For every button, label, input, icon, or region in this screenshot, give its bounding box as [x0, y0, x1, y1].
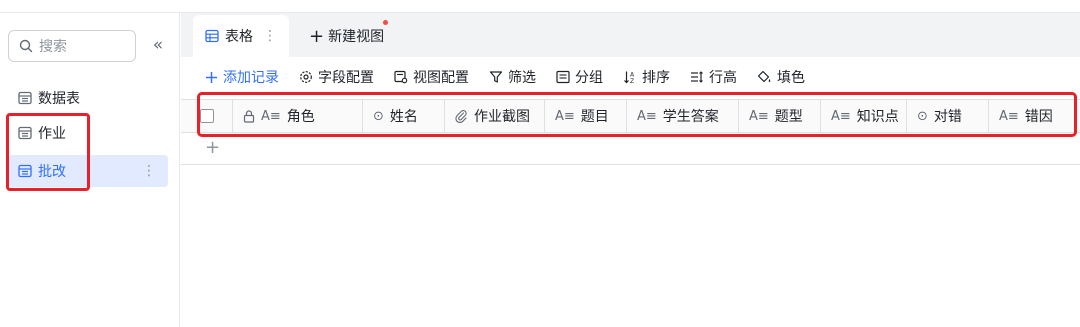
plus-icon: +: [309, 25, 325, 47]
search-icon: [19, 39, 33, 53]
tab-table-view[interactable]: 表格 ⋮: [193, 15, 289, 57]
view-config-button[interactable]: 视图配置: [394, 67, 469, 87]
fill-color-button[interactable]: 填色: [757, 67, 805, 87]
collapse-sidebar-button[interactable]: «: [148, 35, 168, 55]
view-tab-bar: 表格 ⋮ + 新建视图: [181, 13, 1080, 57]
sidebar-item-datatable[interactable]: 数据表: [8, 82, 168, 114]
paint-bucket-icon: [757, 70, 772, 84]
grid-view-icon: [205, 29, 219, 43]
plus-icon: [205, 71, 218, 84]
row-height-button[interactable]: 行高: [690, 67, 737, 87]
add-row[interactable]: +: [181, 133, 1080, 165]
svg-text:Z: Z: [630, 78, 634, 84]
gear-icon: [299, 70, 313, 84]
row-height-label: 行高: [709, 70, 737, 86]
sidebar-item-label: 数据表: [38, 91, 80, 107]
search-input[interactable]: 搜索: [8, 30, 136, 62]
group-icon: [556, 70, 570, 84]
main-panel: 表格 ⋮ + 新建视图 添加记录 字段配置 视图配置 筛选 分组 A Z 排序 …: [181, 13, 1080, 327]
top-border: [0, 0, 1080, 13]
row-height-icon: [690, 70, 704, 84]
new-view-label: 新建视图: [328, 29, 385, 45]
highlight-box-sidebar: [6, 113, 90, 191]
filter-icon: [489, 70, 503, 84]
table-icon: [18, 91, 32, 105]
field-config-label: 字段配置: [318, 70, 374, 86]
filter-label: 筛选: [508, 70, 536, 86]
tab-label: 表格: [225, 29, 253, 45]
tab-more-icon[interactable]: ⋮: [263, 28, 277, 44]
search-placeholder: 搜索: [39, 39, 67, 55]
sort-label: 排序: [642, 70, 670, 86]
add-row-plus-icon[interactable]: +: [205, 139, 220, 157]
filter-button[interactable]: 筛选: [489, 67, 536, 87]
group-label: 分组: [575, 70, 603, 86]
fill-color-label: 填色: [777, 70, 805, 86]
add-record-button[interactable]: 添加记录: [205, 67, 279, 87]
add-record-label: 添加记录: [223, 70, 279, 86]
notification-dot: [383, 20, 388, 25]
new-view-button[interactable]: + 新建视图: [297, 15, 396, 57]
sort-icon: AZ: [623, 70, 637, 84]
toolbar: 添加记录 字段配置 视图配置 筛选 分组 AZ 排序 行高 填色: [181, 63, 1080, 91]
field-config-button[interactable]: 字段配置: [299, 67, 374, 87]
view-config-icon: [394, 70, 408, 84]
more-options-icon[interactable]: ⋮: [142, 163, 156, 179]
highlight-box-header: [197, 92, 1077, 137]
sort-button[interactable]: AZ 排序: [623, 67, 670, 87]
group-button[interactable]: 分组: [556, 67, 603, 87]
view-config-label: 视图配置: [413, 70, 469, 86]
